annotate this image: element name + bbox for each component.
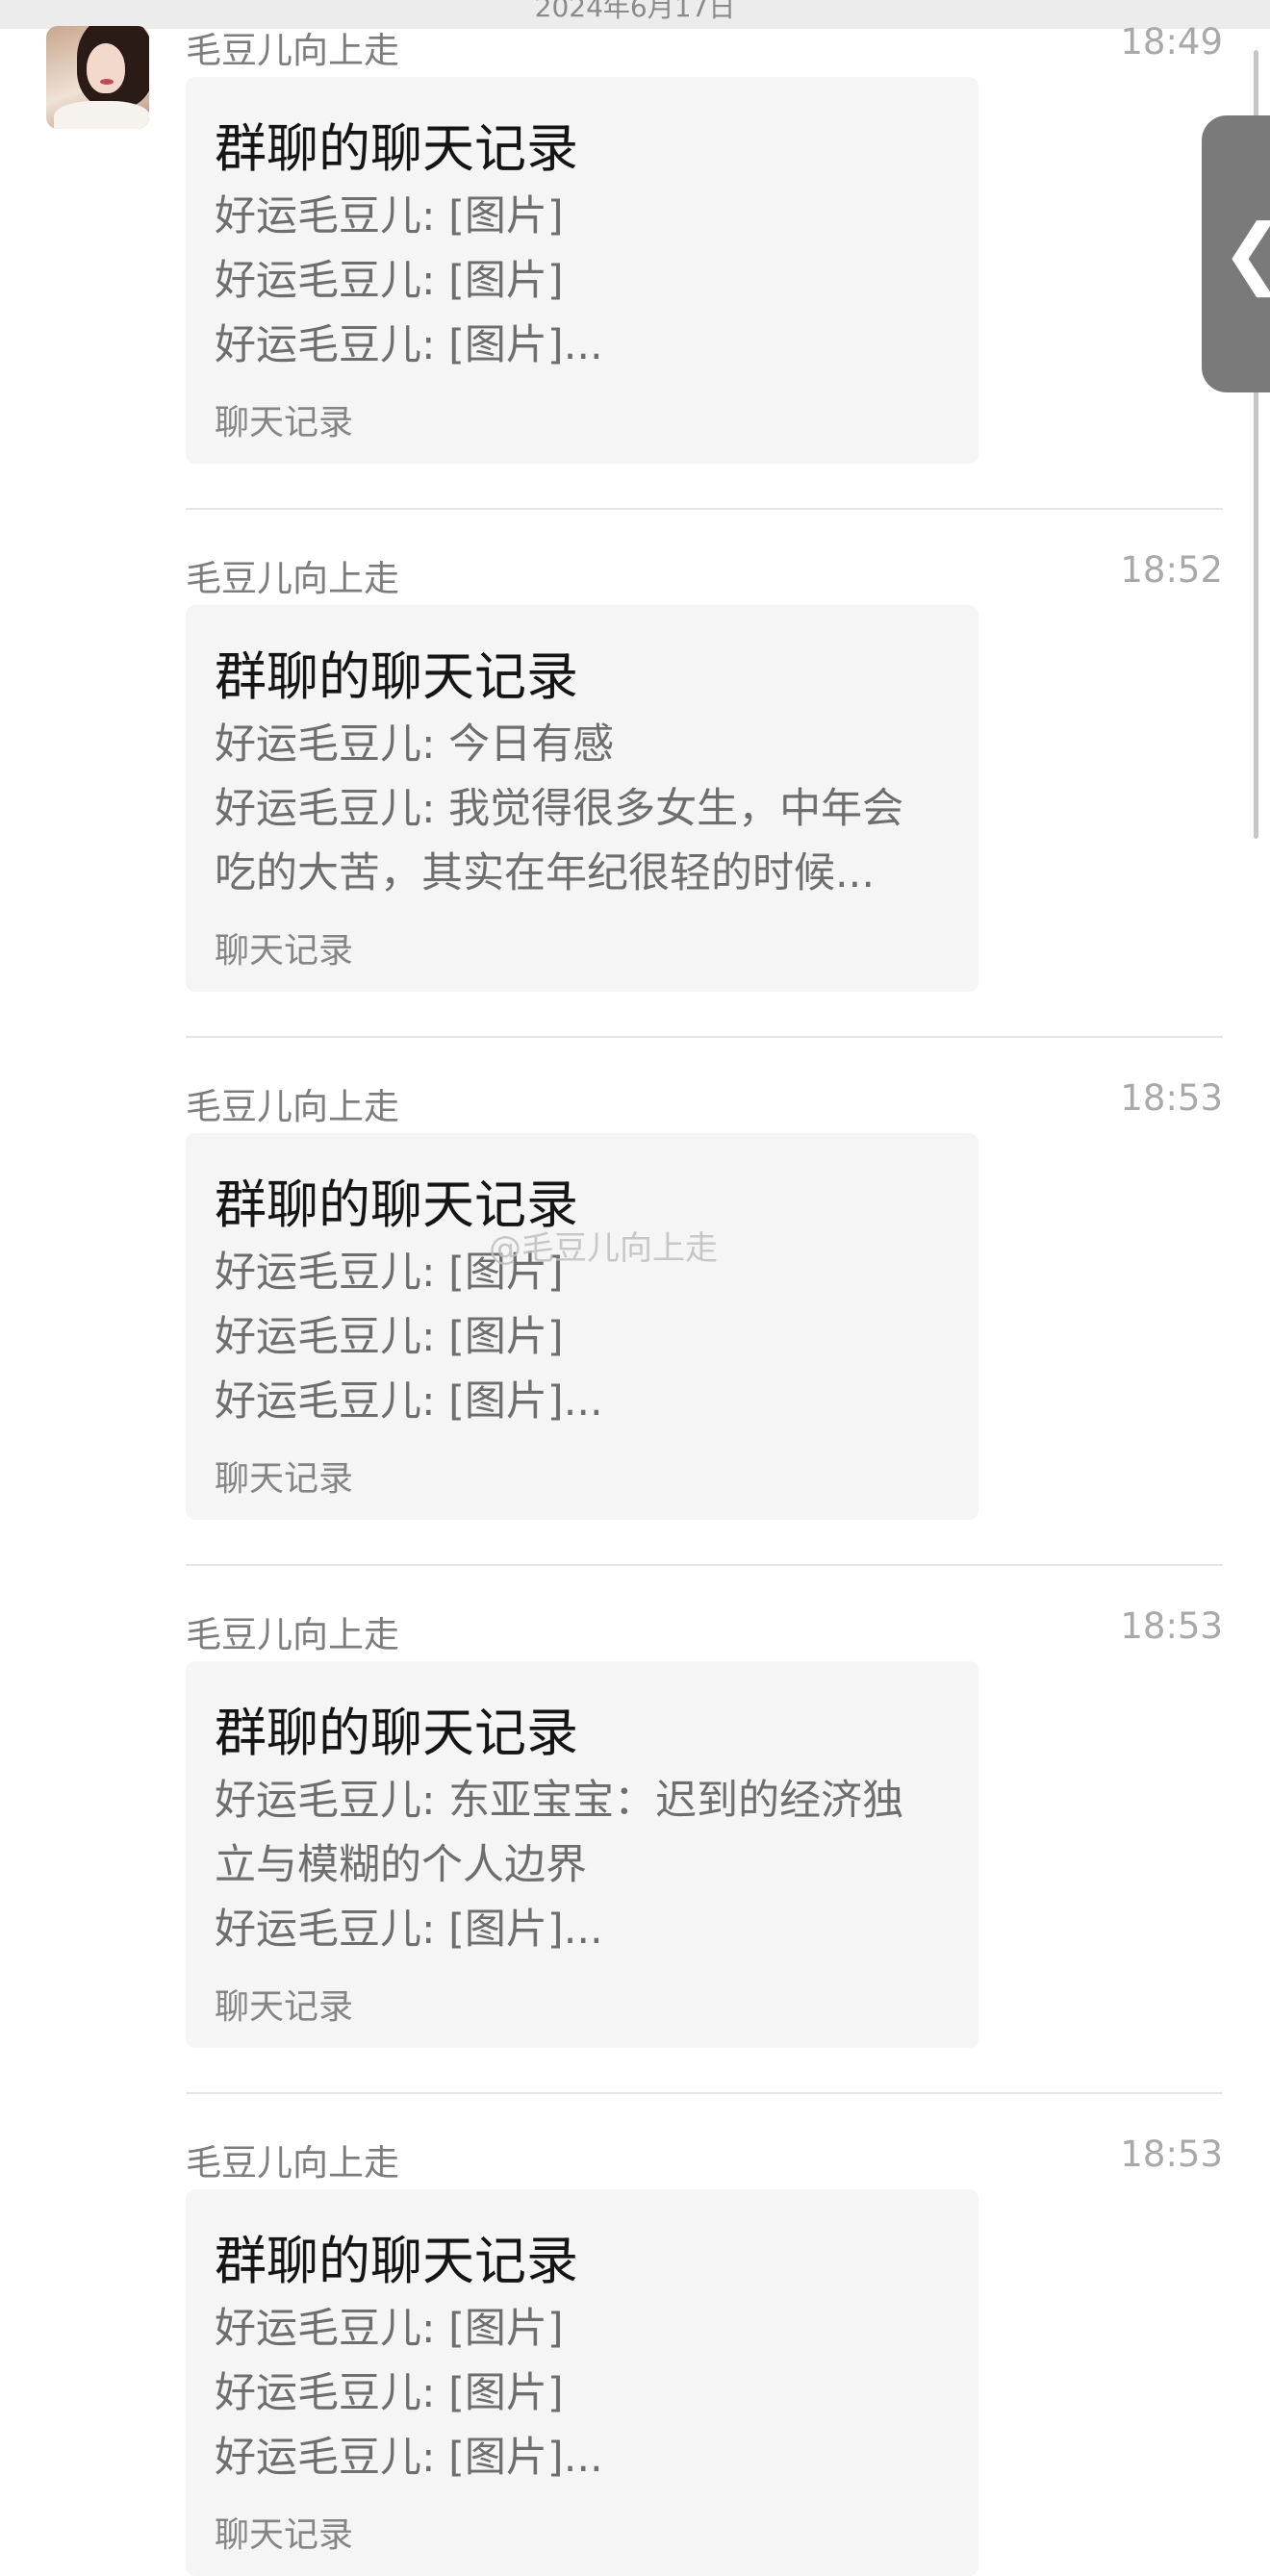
- chat-record-card[interactable]: 群聊的聊天记录 好运毛豆儿: 东亚宝宝：迟到的经济独 立与模糊的个人边界 好运毛…: [186, 1661, 978, 2048]
- message-time: 18:53: [1120, 2134, 1223, 2175]
- card-footer: 聊天记录: [215, 1987, 354, 2027]
- divider: [186, 508, 1223, 510]
- card-line: 好运毛豆儿: [图片]...: [215, 1906, 603, 1954]
- card-footer: 聊天记录: [215, 403, 354, 442]
- card-title: 群聊的聊天记录: [215, 646, 578, 707]
- card-line: 好运毛豆儿: [图片]: [215, 192, 564, 240]
- card-line: 好运毛豆儿: [图片]...: [215, 2434, 603, 2482]
- chat-record-card[interactable]: 群聊的聊天记录 好运毛豆儿: [图片] 好运毛豆儿: [图片] 好运毛豆儿: […: [186, 77, 978, 464]
- sender-name: 毛豆儿向上走: [186, 30, 399, 71]
- sender-name: 毛豆儿向上走: [186, 1614, 399, 1655]
- card-line: 好运毛豆儿: [图片]: [215, 257, 564, 305]
- divider: [186, 1036, 1223, 1038]
- card-footer: 聊天记录: [215, 2515, 354, 2555]
- card-footer: 聊天记录: [215, 931, 354, 971]
- side-panel-tab[interactable]: ❮: [1202, 115, 1270, 392]
- chat-record-card[interactable]: 群聊的聊天记录 好运毛豆儿: [图片] 好运毛豆儿: [图片] 好运毛豆儿: […: [186, 2189, 978, 2576]
- chat-record-card[interactable]: 群聊的聊天记录 好运毛豆儿: 今日有感 好运毛豆儿: 我觉得很多女生，中年会 吃…: [186, 605, 978, 992]
- card-line: 好运毛豆儿: [图片]: [215, 1313, 564, 1361]
- card-line: 好运毛豆儿: [图片]...: [215, 1377, 603, 1426]
- divider: [186, 2092, 1223, 2094]
- card-title: 群聊的聊天记录: [215, 2231, 578, 2291]
- message-time: 18:53: [1120, 1077, 1223, 1119]
- message-time: 18:53: [1120, 1605, 1223, 1647]
- card-title: 群聊的聊天记录: [215, 1703, 578, 1763]
- message-time: 18:52: [1120, 549, 1223, 591]
- card-line: 吃的大苦，其实在年纪很轻的时候...: [215, 849, 876, 897]
- sender-name: 毛豆儿向上走: [186, 1086, 399, 1127]
- card-line: 好运毛豆儿: 今日有感: [215, 720, 615, 769]
- avatar[interactable]: [46, 26, 149, 129]
- sender-name: 毛豆儿向上走: [186, 2142, 399, 2184]
- chat-record-card[interactable]: 群聊的聊天记录 好运毛豆儿: [图片] 好运毛豆儿: [图片] 好运毛豆儿: […: [186, 1133, 978, 1520]
- card-title: 群聊的聊天记录: [215, 118, 578, 179]
- card-line: 好运毛豆儿: [图片]: [215, 2369, 564, 2417]
- message-time: 18:49: [1120, 21, 1223, 63]
- sender-name: 毛豆儿向上走: [186, 558, 399, 599]
- card-line: 好运毛豆儿: 东亚宝宝：迟到的经济独: [215, 1777, 904, 1825]
- chevron-left-icon: ❮: [1221, 208, 1270, 297]
- card-line: 好运毛豆儿: [图片]: [215, 2305, 564, 2353]
- card-line: 好运毛豆儿: 我觉得很多女生，中年会: [215, 785, 904, 833]
- card-line: 立与模糊的个人边界: [215, 1841, 587, 1889]
- card-line: 好运毛豆儿: [图片]...: [215, 321, 603, 369]
- watermark: @毛豆儿向上走: [489, 1229, 718, 1268]
- card-footer: 聊天记录: [215, 1459, 354, 1499]
- divider: [186, 1564, 1223, 1566]
